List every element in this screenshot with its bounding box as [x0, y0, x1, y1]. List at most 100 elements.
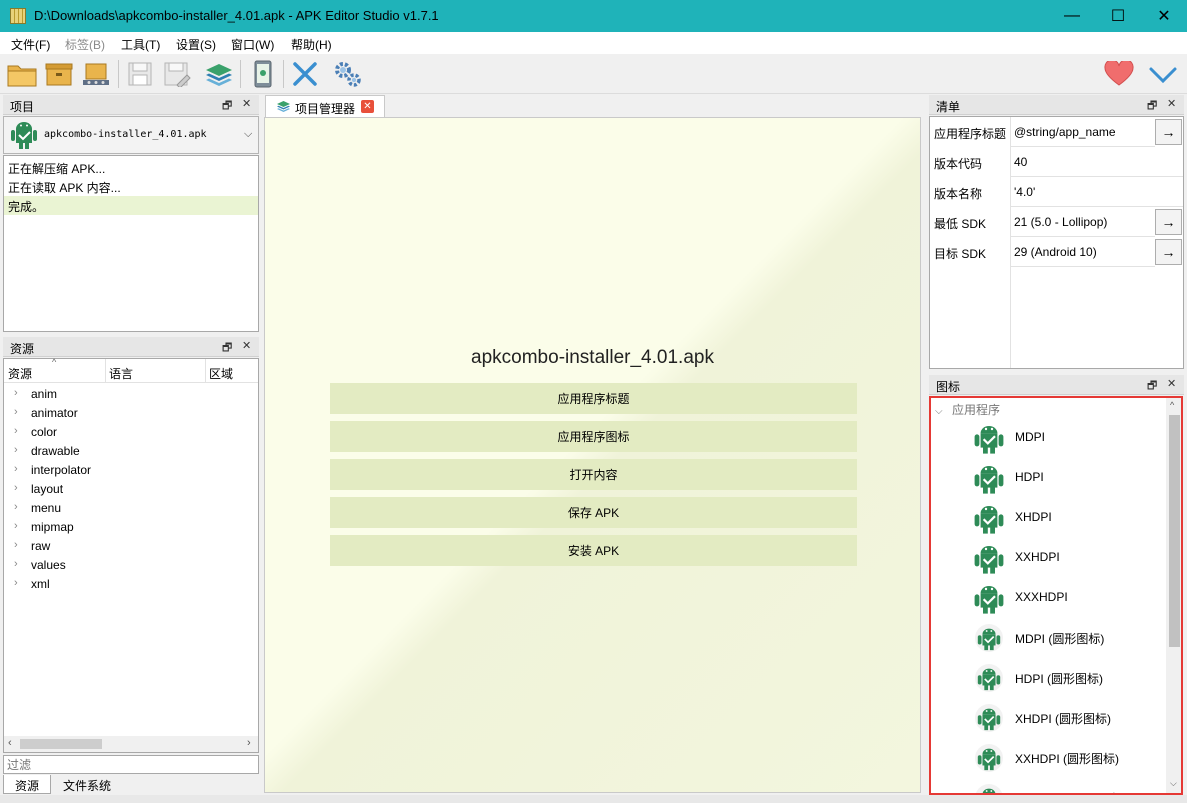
- chevron-right-icon[interactable]: ›: [14, 482, 18, 494]
- scroll-down-icon[interactable]: ⌵: [1170, 778, 1177, 789]
- open-folder-icon[interactable]: [6, 58, 38, 90]
- scrollbar-thumb[interactable]: [1169, 415, 1180, 647]
- resource-folder[interactable]: › interpolator: [4, 461, 254, 480]
- resource-folder[interactable]: › animator: [4, 404, 254, 423]
- manifest-value-version-name[interactable]: '4.0': [1010, 177, 1183, 207]
- menu-tools[interactable]: 工具(T): [121, 36, 160, 53]
- icon-row[interactable]: MDPI (圆形图标): [931, 618, 1161, 658]
- edit-arrow-button[interactable]: →: [1155, 209, 1182, 235]
- close-project-icon[interactable]: [289, 58, 321, 90]
- column-header-language[interactable]: 语言: [109, 365, 133, 382]
- float-icon[interactable]: 🗗: [1147, 377, 1157, 396]
- close-icon[interactable]: ✕: [1167, 377, 1176, 390]
- icon-row[interactable]: XXHDPI (圆形图标): [931, 738, 1161, 778]
- resources-tree: 资源 ^ 语言 区域 › anim › animator › color › drawa…: [3, 357, 259, 753]
- resource-folder[interactable]: › menu: [4, 499, 254, 518]
- save-as-icon[interactable]: [161, 58, 193, 90]
- install-box-icon[interactable]: [80, 58, 112, 90]
- vertical-scrollbar[interactable]: ^ ⌵: [1166, 398, 1181, 793]
- layers-icon[interactable]: [203, 58, 235, 90]
- icon-row[interactable]: XXHDPI: [931, 538, 1161, 578]
- icon-row[interactable]: XXXHDPI (圆形图标): [931, 778, 1161, 793]
- menu-tabs[interactable]: 标签(B): [65, 36, 105, 53]
- filter-input[interactable]: [3, 755, 259, 774]
- app-title-button[interactable]: 应用程序标题: [330, 383, 857, 414]
- resource-folder[interactable]: › xml: [4, 575, 254, 594]
- resource-folder[interactable]: › values: [4, 556, 254, 575]
- float-icon[interactable]: 🗗: [222, 97, 232, 116]
- title-bar[interactable]: D:\Downloads\apkcombo-installer_4.01.apk…: [0, 0, 1187, 32]
- app-icon-button[interactable]: 应用程序图标: [330, 421, 857, 452]
- scroll-left-icon[interactable]: ‹: [8, 737, 12, 749]
- chevron-down-icon[interactable]: ⌵: [935, 406, 943, 417]
- menu-help[interactable]: 帮助(H): [291, 36, 332, 53]
- app-icon: [10, 8, 26, 24]
- save-icon[interactable]: [124, 58, 156, 90]
- device-icon[interactable]: [247, 58, 279, 90]
- scroll-up-icon[interactable]: ^: [1170, 400, 1174, 410]
- install-apk-button[interactable]: 安装 APK: [330, 535, 857, 566]
- resource-folder[interactable]: › drawable: [4, 442, 254, 461]
- close-icon[interactable]: ✕: [242, 97, 251, 110]
- scroll-right-icon[interactable]: ›: [247, 737, 251, 749]
- manifest-value-version-code[interactable]: 40: [1010, 147, 1183, 177]
- close-icon[interactable]: ✕: [1167, 97, 1176, 110]
- menu-window[interactable]: 窗口(W): [231, 36, 274, 53]
- tab-project-manager[interactable]: 项目管理器 ✕: [265, 95, 385, 117]
- menu-settings[interactable]: 设置(S): [176, 36, 216, 53]
- update-check-icon[interactable]: [1147, 58, 1179, 90]
- chevron-down-icon[interactable]: ⌵: [244, 128, 252, 141]
- menu-file[interactable]: 文件(F): [11, 36, 50, 53]
- chevron-right-icon[interactable]: ›: [14, 501, 18, 513]
- icon-row[interactable]: HDPI (圆形图标): [931, 658, 1161, 698]
- resource-folder[interactable]: › mipmap: [4, 518, 254, 537]
- resource-folder[interactable]: › anim: [4, 385, 254, 404]
- chevron-right-icon[interactable]: ›: [14, 539, 18, 551]
- manifest-value-min-sdk[interactable]: 21 (5.0 - Lollipop): [1010, 207, 1155, 237]
- project-selector[interactable]: apkcombo-installer_4.01.apk ⌵: [3, 116, 259, 154]
- icons-group-header[interactable]: ⌵ 应用程序: [935, 401, 1000, 418]
- close-icon[interactable]: ✕: [242, 339, 251, 352]
- chevron-right-icon[interactable]: ›: [14, 463, 18, 475]
- resource-folder[interactable]: › color: [4, 423, 254, 442]
- icon-row[interactable]: MDPI: [931, 418, 1161, 458]
- minimize-button[interactable]: —: [1049, 0, 1095, 32]
- column-header-resource[interactable]: 资源: [8, 365, 32, 382]
- resource-folder[interactable]: › layout: [4, 480, 254, 499]
- maximize-button[interactable]: ☐: [1095, 0, 1141, 32]
- chevron-right-icon[interactable]: ›: [14, 520, 18, 532]
- donate-heart-icon[interactable]: [1103, 58, 1135, 90]
- horizontal-scrollbar[interactable]: ‹ ›: [4, 736, 258, 752]
- chevron-right-icon[interactable]: ›: [14, 406, 18, 418]
- open-box-icon[interactable]: [43, 58, 75, 90]
- chevron-right-icon[interactable]: ›: [14, 444, 18, 456]
- float-icon[interactable]: 🗗: [1147, 97, 1157, 116]
- open-contents-button[interactable]: 打开内容: [330, 459, 857, 490]
- manifest-value-target-sdk[interactable]: 29 (Android 10): [1010, 237, 1155, 267]
- settings-gears-icon[interactable]: [332, 58, 364, 90]
- icon-row[interactable]: XHDPI: [931, 498, 1161, 538]
- scrollbar-thumb[interactable]: [20, 739, 102, 749]
- chevron-right-icon[interactable]: ›: [14, 387, 18, 399]
- manifest-value-app-title[interactable]: @string/app_name: [1010, 117, 1155, 147]
- float-icon[interactable]: 🗗: [222, 339, 232, 358]
- edit-arrow-button[interactable]: →: [1155, 119, 1182, 145]
- icon-row[interactable]: HDPI: [931, 458, 1161, 498]
- close-button[interactable]: ✕: [1141, 0, 1187, 32]
- tab-resources[interactable]: 资源: [3, 775, 51, 794]
- android-icon: [11, 122, 37, 149]
- icon-row[interactable]: XHDPI (圆形图标): [931, 698, 1161, 738]
- chevron-right-icon[interactable]: ›: [14, 577, 18, 589]
- resource-folder[interactable]: › raw: [4, 537, 254, 556]
- chevron-right-icon[interactable]: ›: [14, 558, 18, 570]
- toolbar-separator: [118, 60, 119, 88]
- tab-filesystem[interactable]: 文件系统: [53, 775, 121, 793]
- column-header-region[interactable]: 区域: [209, 365, 233, 382]
- column-divider: [1010, 267, 1011, 368]
- icon-row[interactable]: XXXHDPI: [931, 578, 1161, 618]
- project-name: apkcombo-installer_4.01.apk: [44, 129, 207, 140]
- chevron-right-icon[interactable]: ›: [14, 425, 18, 437]
- save-apk-button[interactable]: 保存 APK: [330, 497, 857, 528]
- close-tab-icon[interactable]: ✕: [361, 100, 374, 113]
- edit-arrow-button[interactable]: →: [1155, 239, 1182, 265]
